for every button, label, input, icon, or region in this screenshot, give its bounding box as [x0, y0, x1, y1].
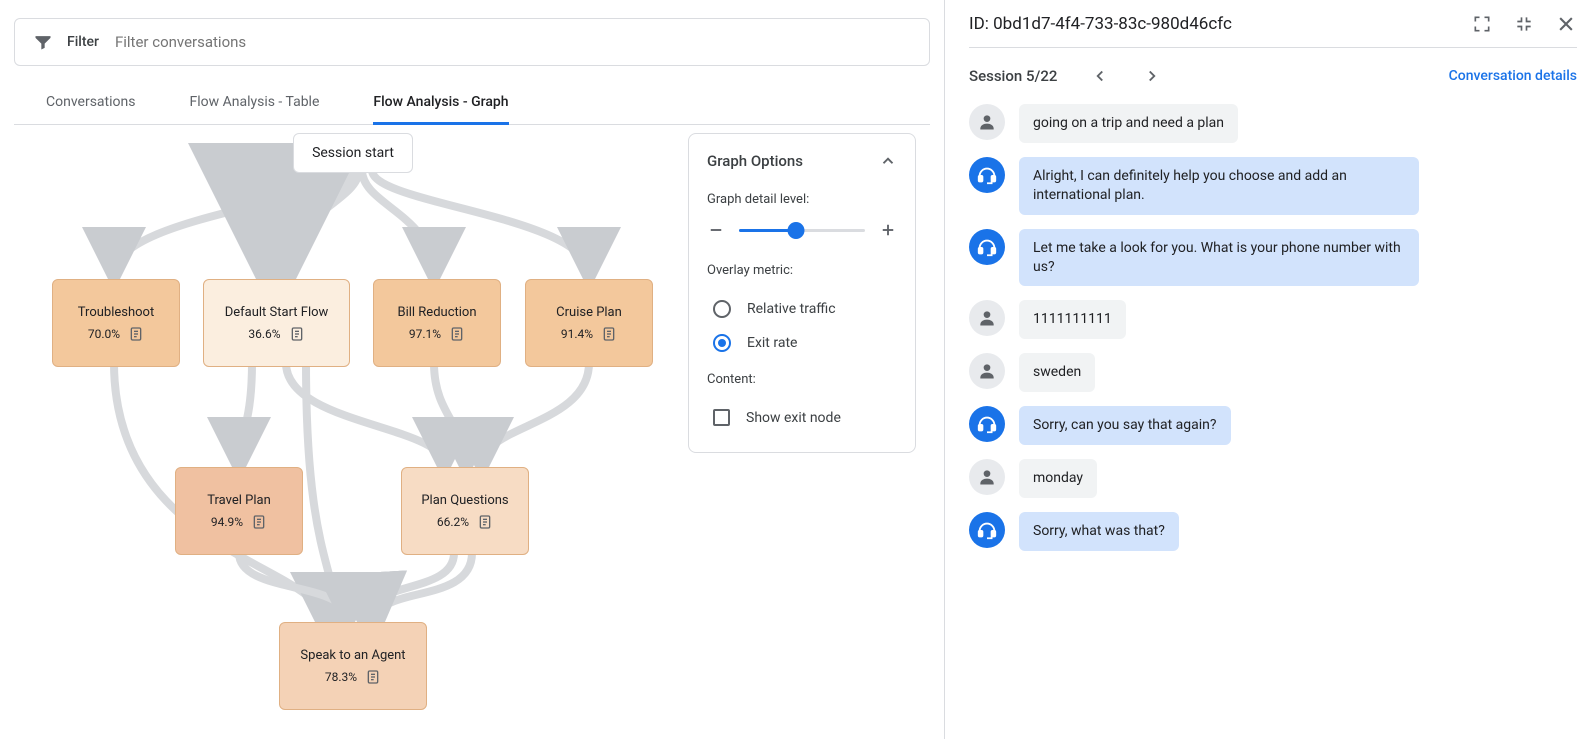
document-icon — [365, 669, 381, 685]
tab-flow-graph[interactable]: Flow Analysis - Graph — [373, 84, 508, 125]
filter-label: Filter — [67, 34, 99, 50]
message-row: Let me take a look for you. What is your… — [969, 229, 1577, 287]
tab-flow-table[interactable]: Flow Analysis - Table — [189, 84, 319, 124]
agent-avatar-icon — [969, 157, 1005, 193]
document-icon — [289, 326, 305, 342]
document-icon — [477, 514, 493, 530]
node-travel-plan[interactable]: Travel Plan 94.9% — [175, 467, 303, 555]
message-bubble: Alright, I can definitely help you choos… — [1019, 157, 1419, 215]
minus-icon[interactable] — [707, 221, 725, 239]
node-speak-agent[interactable]: Speak to an Agent 78.3% — [279, 622, 427, 710]
agent-avatar-icon — [969, 512, 1005, 548]
node-default-start-flow[interactable]: Default Start Flow 36.6% — [203, 279, 350, 367]
plus-icon[interactable] — [879, 221, 897, 239]
session-row: Session 5/22 Conversation details — [969, 48, 1577, 104]
session-label: Session 5/22 — [969, 67, 1057, 85]
next-session-icon[interactable] — [1143, 67, 1161, 85]
message-row: sweden — [969, 353, 1577, 392]
graph-options-card: Graph Options Graph detail level: Overla… — [688, 133, 916, 453]
message-row: Sorry, what was that? — [969, 512, 1577, 551]
agent-avatar-icon — [969, 229, 1005, 265]
tabs: Conversations Flow Analysis - Table Flow… — [14, 84, 930, 125]
conversation-id: ID: 0bd1d7-4f4-733-83c-980d46cfc — [969, 14, 1232, 34]
filter-icon — [33, 32, 53, 52]
message-bubble: sweden — [1019, 353, 1095, 392]
user-avatar-icon — [969, 300, 1005, 336]
message-bubble: 1111111111 — [1019, 300, 1126, 339]
node-title: Session start — [312, 145, 394, 161]
document-icon — [251, 514, 267, 530]
message-bubble: Let me take a look for you. What is your… — [1019, 229, 1419, 287]
checkbox-show-exit-node[interactable]: Show exit node — [707, 401, 897, 434]
detail-header: ID: 0bd1d7-4f4-733-83c-980d46cfc — [969, 0, 1577, 48]
message-row: Sorry, can you say that again? — [969, 406, 1577, 445]
node-troubleshoot[interactable]: Troubleshoot 70.0% — [52, 279, 180, 367]
document-icon — [601, 326, 617, 342]
radio-relative-traffic[interactable]: Relative traffic — [707, 292, 897, 326]
message-row: going on a trip and need a plan — [969, 104, 1577, 143]
fullscreen-exit-icon[interactable] — [1513, 13, 1535, 35]
node-session-start[interactable]: Session start — [293, 133, 413, 173]
graph-options-title: Graph Options — [707, 152, 803, 170]
overlay-metric-label: Overlay metric: — [707, 263, 897, 278]
conversation-details-link[interactable]: Conversation details — [1449, 68, 1577, 84]
chat-log: going on a trip and need a plan Alright, … — [969, 104, 1577, 739]
tab-conversations[interactable]: Conversations — [46, 84, 135, 124]
radio-icon — [713, 300, 731, 318]
radio-icon — [713, 334, 731, 352]
message-row: Alright, I can definitely help you choos… — [969, 157, 1577, 215]
filter-bar[interactable]: Filter — [14, 18, 930, 66]
user-avatar-icon — [969, 104, 1005, 140]
radio-exit-rate[interactable]: Exit rate — [707, 326, 897, 360]
chevron-up-icon[interactable] — [879, 152, 897, 170]
filter-input[interactable] — [113, 32, 911, 52]
fullscreen-icon[interactable] — [1471, 13, 1493, 35]
message-bubble: monday — [1019, 459, 1097, 498]
close-icon[interactable] — [1555, 13, 1577, 35]
message-bubble: Sorry, what was that? — [1019, 512, 1179, 551]
node-cruise-plan[interactable]: Cruise Plan 91.4% — [525, 279, 653, 367]
user-avatar-icon — [969, 353, 1005, 389]
flow-canvas[interactable]: Session start Troubleshoot 70.0% Default… — [14, 125, 930, 725]
message-row: monday — [969, 459, 1577, 498]
message-row: 1111111111 — [969, 300, 1577, 339]
node-plan-questions[interactable]: Plan Questions 66.2% — [401, 467, 529, 555]
detail-level-label: Graph detail level: — [707, 192, 897, 207]
node-bill-reduction[interactable]: Bill Reduction 97.1% — [373, 279, 501, 367]
content-label: Content: — [707, 372, 897, 387]
checkbox-icon — [713, 409, 730, 426]
document-icon — [449, 326, 465, 342]
prev-session-icon[interactable] — [1091, 67, 1109, 85]
agent-avatar-icon — [969, 406, 1005, 442]
message-bubble: Sorry, can you say that again? — [1019, 406, 1231, 445]
user-avatar-icon — [969, 459, 1005, 495]
message-bubble: going on a trip and need a plan — [1019, 104, 1238, 143]
detail-slider[interactable] — [739, 229, 865, 232]
document-icon — [128, 326, 144, 342]
